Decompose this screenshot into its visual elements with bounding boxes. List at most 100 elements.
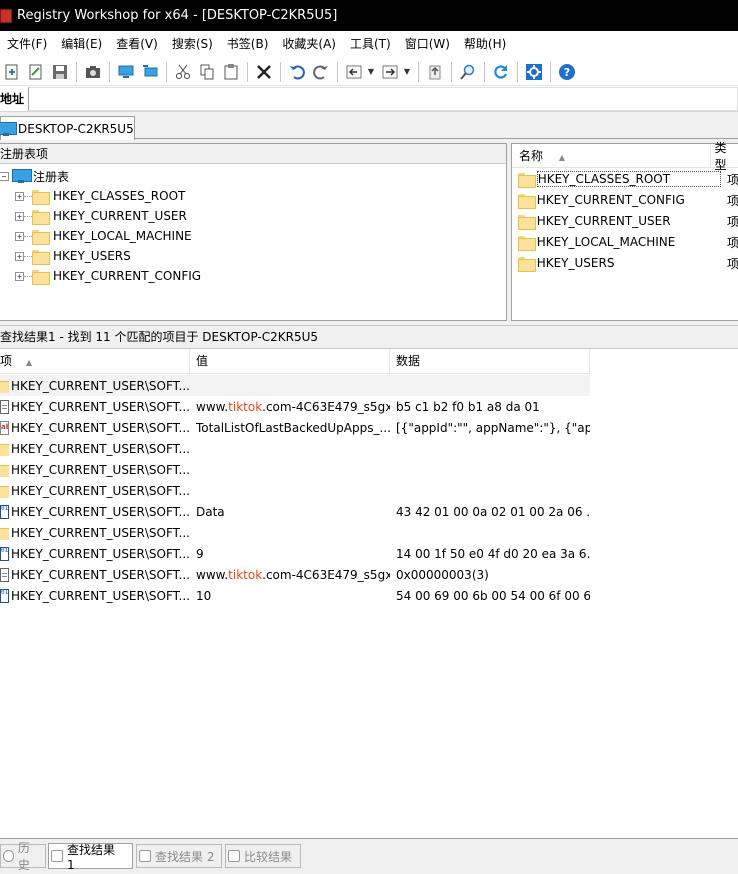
tab-search-result-2[interactable]: 查找结果 2 — [136, 844, 222, 868]
toolbar-separator — [280, 61, 281, 82]
tree-item-hklm[interactable]: + HKEY_LOCAL_MACHINE — [15, 226, 192, 246]
string-value-icon — [0, 399, 9, 414]
tree-item-hkcu[interactable]: + HKEY_CURRENT_USER — [15, 206, 187, 226]
toolbar-separator — [76, 61, 77, 82]
refresh-button[interactable] — [490, 61, 512, 83]
undo-button[interactable] — [286, 61, 308, 83]
back-dropdown-chevron-icon[interactable]: ▼ — [366, 61, 376, 83]
options-button[interactable] — [523, 61, 545, 83]
tree-item-hkcc[interactable]: + HKEY_CURRENT_CONFIG — [15, 266, 201, 286]
toolbar-separator — [166, 61, 167, 82]
tab-compare-result[interactable]: 比较结果 — [225, 844, 301, 868]
folder-icon — [518, 256, 536, 272]
folder-icon — [518, 172, 536, 188]
tab-search-result-1[interactable]: 查找结果 1 — [48, 842, 133, 872]
tab-history[interactable]: 历史 — [0, 841, 46, 872]
result-value-text: www. — [196, 399, 229, 414]
result-row[interactable]: HKEY_CURRENT_USER\SOFT... — [0, 375, 590, 396]
collapse-icon[interactable]: − — [0, 171, 9, 181]
menu-view[interactable]: 查看(V) — [109, 31, 165, 58]
tree-connector — [24, 235, 32, 237]
computer-icon — [118, 65, 134, 78]
list-item[interactable]: HKEY_CURRENT_CONFIG 项 — [518, 190, 738, 210]
tree-root[interactable]: − 注册表 — [0, 166, 69, 186]
list-column-type[interactable]: 类型 — [711, 139, 738, 173]
expand-icon[interactable]: + — [15, 211, 24, 221]
result-item-cell: abHKEY_CURRENT_USER\SOFT... — [0, 420, 190, 435]
list-item[interactable]: HKEY_USERS 项 — [518, 253, 738, 273]
address-input[interactable] — [28, 86, 738, 111]
tab-search-result-2-label: 查找结果 2 — [155, 849, 215, 864]
help-button[interactable]: ? — [556, 61, 578, 83]
connect-button[interactable] — [115, 61, 137, 83]
paste-button[interactable] — [220, 61, 242, 83]
menu-help[interactable]: 帮助(H) — [457, 31, 513, 58]
results-column-value[interactable]: 值 — [190, 349, 390, 374]
bottom-tab-strip: 历史 查找结果 1 查找结果 2 比较结果 — [0, 838, 738, 874]
result-row[interactable]: 0110HKEY_CURRENT_USER\SOFT... 9 14 00 1f 5… — [0, 543, 590, 564]
export-button[interactable] — [25, 61, 47, 83]
delete-button[interactable] — [253, 61, 275, 83]
redo-button[interactable] — [310, 61, 332, 83]
menu-search[interactable]: 搜索(S) — [165, 31, 220, 58]
toolbar-separator — [109, 61, 110, 82]
menu-window[interactable]: 窗口(W) — [398, 31, 457, 58]
result-row[interactable]: HKEY_CURRENT_USER\SOFT... — [0, 438, 590, 459]
remote-connect-button[interactable] — [139, 61, 161, 83]
tab-desktop[interactable]: DESKTOP-C2KR5U5 — [0, 116, 135, 140]
tree-item-hkcr[interactable]: + HKEY_CLASSES_ROOT — [15, 186, 185, 206]
result-row[interactable]: 0110HKEY_CURRENT_USER\SOFT... Data 43 42 0… — [0, 501, 590, 522]
list-item[interactable]: HKEY_LOCAL_MACHINE 项 — [518, 232, 738, 252]
find-button[interactable] — [457, 61, 479, 83]
result-item-cell: 0110HKEY_CURRENT_USER\SOFT... — [0, 588, 190, 603]
result-row[interactable]: HKEY_CURRENT_USER\SOFT... — [0, 522, 590, 543]
result-row[interactable]: 0110HKEY_CURRENT_USER\SOFT... 10 54 00 69 … — [0, 585, 590, 606]
expand-icon[interactable]: + — [15, 271, 24, 281]
menu-edit[interactable]: 编辑(E) — [54, 31, 109, 58]
search-result-icon — [51, 850, 63, 862]
results-column-item[interactable]: 项 ▲ — [0, 349, 190, 374]
back-button[interactable] — [343, 61, 365, 83]
menu-bookmarks[interactable]: 书签(B) — [220, 31, 276, 58]
import-button[interactable] — [1, 61, 23, 83]
snapshot-button[interactable] — [82, 61, 104, 83]
result-row[interactable]: HKEY_CURRENT_USER\SOFT... www.tiktok.com-… — [0, 396, 590, 417]
menu-file[interactable]: 文件(F) — [0, 31, 54, 58]
forward-dropdown-chevron-icon[interactable]: ▼ — [402, 61, 412, 83]
save-button[interactable] — [49, 61, 71, 83]
result-value-text: 10 — [196, 588, 212, 603]
menu-favorites[interactable]: 收藏夹(A) — [275, 31, 343, 58]
result-row[interactable]: HKEY_CURRENT_USER\SOFT... — [0, 459, 590, 480]
tree-item-hku[interactable]: + HKEY_USERS — [15, 246, 131, 266]
expand-icon[interactable]: + — [15, 231, 24, 241]
list-item[interactable]: HKEY_CLASSES_ROOT 项 — [518, 169, 738, 189]
import-icon — [5, 64, 18, 79]
result-data-cell: [{"appId":"", appName":"}, {"ap... — [396, 420, 590, 435]
expand-icon[interactable]: + — [15, 191, 24, 201]
gear-icon — [526, 63, 542, 80]
sort-ascending-icon: ▲ — [25, 358, 32, 367]
folder-icon — [32, 209, 50, 225]
folder-icon — [0, 442, 9, 456]
result-row[interactable]: abHKEY_CURRENT_USER\SOFT... TotalListOfLa… — [0, 417, 590, 438]
cut-button[interactable] — [172, 61, 194, 83]
go-up-button[interactable] — [424, 61, 446, 83]
result-value-text: www. — [196, 567, 229, 582]
expand-icon[interactable]: + — [15, 251, 24, 261]
menu-tools[interactable]: 工具(T) — [343, 31, 398, 58]
list-item-type: 项 — [726, 235, 738, 250]
computer-icon — [12, 169, 32, 183]
list-item[interactable]: HKEY_CURRENT_USER 项 — [518, 211, 738, 231]
tab-search-result-1-label: 查找结果 1 — [66, 842, 115, 872]
result-item-path: HKEY_CURRENT_USER\SOFT... — [11, 483, 190, 498]
result-item-cell: HKEY_CURRENT_USER\SOFT... — [0, 526, 190, 540]
result-row[interactable]: HKEY_CURRENT_USER\SOFT... www.tiktok.com-… — [0, 564, 590, 585]
tree-item-label: HKEY_CURRENT_USER — [53, 209, 187, 223]
list-item-type: 项 — [726, 193, 738, 208]
copy-button[interactable] — [196, 61, 218, 83]
tree-connector — [24, 275, 32, 277]
result-row[interactable]: HKEY_CURRENT_USER\SOFT... — [0, 480, 590, 501]
list-column-name[interactable]: 名称 ▲ — [512, 143, 711, 168]
results-column-data[interactable]: 数据 — [390, 349, 590, 374]
forward-button[interactable] — [379, 61, 401, 83]
